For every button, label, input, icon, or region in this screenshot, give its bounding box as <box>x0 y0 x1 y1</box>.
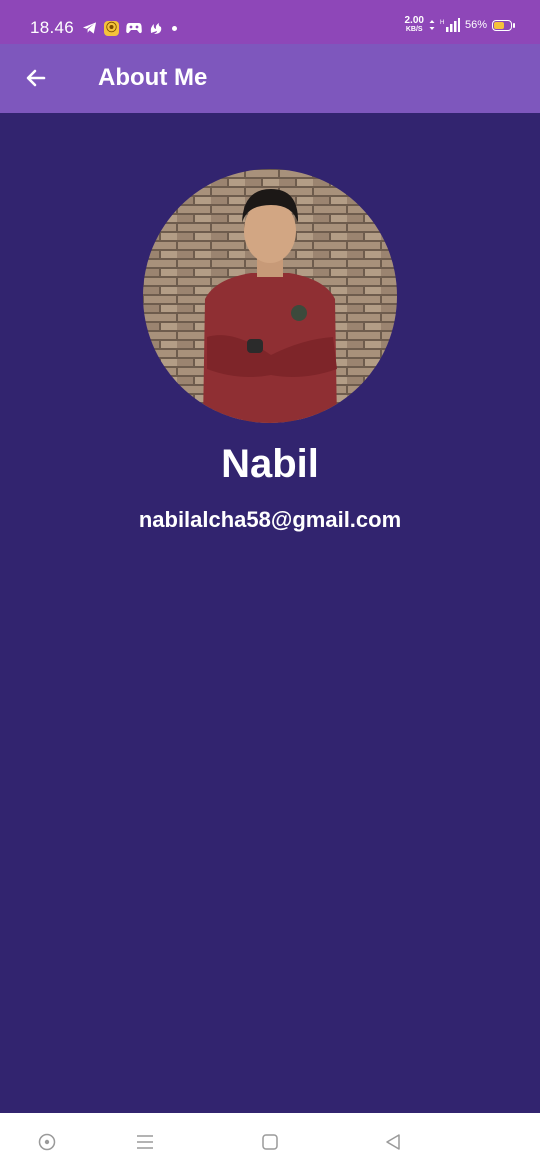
menu-icon[interactable] <box>134 1131 156 1153</box>
data-arrows-icon <box>429 20 435 30</box>
home-square-icon[interactable] <box>259 1131 281 1153</box>
telegram-icon <box>82 22 97 34</box>
status-system-icons: 2.00 KB/S H 56% <box>405 16 515 34</box>
coin-app-icon: ⦿ <box>104 20 119 36</box>
network-speed-unit: KB/S <box>405 26 423 33</box>
battery-icon <box>492 19 515 31</box>
network-speed: 2.00 KB/S <box>405 16 424 34</box>
status-time: 18.46 <box>30 18 75 37</box>
signal-icon: H <box>440 18 460 32</box>
uc-browser-icon <box>150 23 162 34</box>
profile-photo <box>143 169 397 423</box>
gamepad-icon <box>126 23 142 34</box>
battery-percent: 56% <box>464 19 487 31</box>
back-triangle-icon[interactable] <box>382 1131 404 1153</box>
system-nav-bar <box>0 1113 540 1170</box>
svg-text:H: H <box>440 20 444 26</box>
main-content: Nabil nabilalcha58@gmail.com <box>0 113 540 1113</box>
profile-name: Nabil <box>221 442 319 486</box>
app-bar: About Me <box>0 44 540 113</box>
avatar <box>143 169 397 423</box>
arrow-left-icon <box>26 69 46 87</box>
page-title: About Me <box>98 64 208 91</box>
assistant-icon[interactable] <box>36 1131 58 1153</box>
notification-dot-icon <box>172 25 177 31</box>
status-notification-icons: ⦿ <box>82 19 177 37</box>
profile-email: nabilalcha58@gmail.com <box>138 507 402 532</box>
status-bar: 18.46 ⦿ 2.00 KB/S H 56% <box>0 0 540 44</box>
back-button[interactable] <box>16 58 56 98</box>
network-speed-value: 2.00 <box>404 15 424 26</box>
